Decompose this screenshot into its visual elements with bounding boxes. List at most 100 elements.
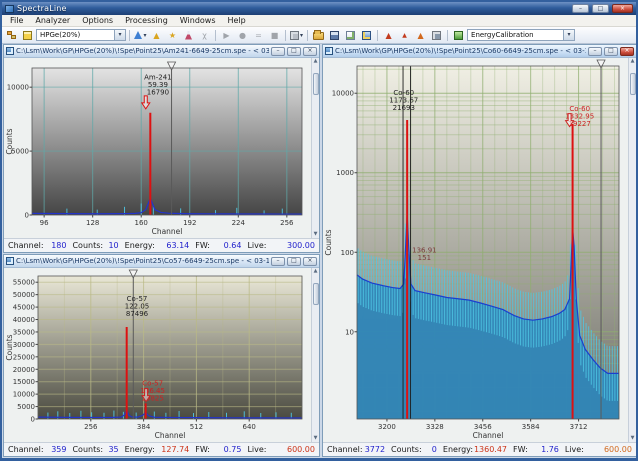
toolbar-separator xyxy=(307,30,308,41)
status-counts-value: 0 xyxy=(432,445,437,454)
background-subtract-icon[interactable] xyxy=(429,28,444,42)
svg-text:55000: 55000 xyxy=(13,279,35,287)
chi-square-icon[interactable]: χ xyxy=(197,28,212,42)
status-energy-label: Energy: xyxy=(443,445,473,454)
co57-vertical-scrollbar[interactable]: ▲ ▼ xyxy=(311,268,319,442)
svg-text:10000: 10000 xyxy=(7,84,29,92)
calibration-icon[interactable]: ▾ xyxy=(133,28,148,42)
scroll-down-icon[interactable]: ▼ xyxy=(314,231,318,238)
am241-close-button[interactable]: × xyxy=(303,47,317,56)
co60-minimize-button[interactable]: – xyxy=(588,47,602,56)
toolbar-separator xyxy=(129,30,130,41)
scroll-up-icon[interactable]: ▲ xyxy=(314,268,318,275)
svg-text:15000: 15000 xyxy=(13,378,35,386)
co57-titlebar[interactable]: C:\Lsm\Work\GP\HPGe(20%)\!Spe\Point25\Co… xyxy=(4,255,319,268)
toolbar-separator xyxy=(285,30,286,41)
menu-windows[interactable]: Windows xyxy=(174,15,222,27)
image-icon xyxy=(362,31,371,40)
mca-grid-icon[interactable]: ▾ xyxy=(289,28,304,42)
maximize-button[interactable]: □ xyxy=(592,4,609,13)
co60-plot-area: Co-601173.6721693Co-601332.9519227136.91… xyxy=(323,58,636,442)
co57-spectrum-plot[interactable]: Co-57122.0587496Co-57136.451082525638451… xyxy=(4,268,311,442)
co57-title: C:\Lsm\Work\GP\HPGe(20%)\!Spe\Point25\Co… xyxy=(16,257,269,265)
svg-text:Channel: Channel xyxy=(155,431,186,440)
scroll-up-icon[interactable]: ▲ xyxy=(631,58,635,65)
save-spectrum-icon[interactable] xyxy=(327,28,342,42)
am241-spectrum-plot[interactable]: Am-24159.391679096128160192224256Channel… xyxy=(4,58,311,238)
scrollbar-thumb[interactable] xyxy=(313,73,319,95)
scroll-down-icon[interactable]: ▼ xyxy=(631,435,635,442)
svg-text:0: 0 xyxy=(25,212,29,220)
am241-titlebar[interactable]: C:\Lsm\Work\GP\HPGe(20%)\!Spe\Point25\Am… xyxy=(4,45,319,58)
mdi-workspace: C:\Lsm\Work\GP\HPGe(20%)\!Spe\Point25\Am… xyxy=(2,44,636,458)
peak-roi-icon[interactable]: ▲ xyxy=(413,28,428,42)
svg-text:160: 160 xyxy=(135,219,148,227)
svg-text:10: 10 xyxy=(345,328,354,336)
scrollbar-thumb[interactable] xyxy=(630,73,636,95)
menu-analyzer[interactable]: Analyzer xyxy=(29,15,76,27)
status-live-value: 600.00 xyxy=(287,445,315,454)
svg-text:Counts: Counts xyxy=(324,229,333,255)
chevron-down-icon[interactable]: ▾ xyxy=(114,30,125,40)
export-image-icon[interactable] xyxy=(359,28,374,42)
report-icon[interactable] xyxy=(343,28,358,42)
peak-multi-icon[interactable]: ▲ xyxy=(397,28,412,42)
spectra-table-icon[interactable] xyxy=(20,28,35,42)
co57-close-button[interactable]: × xyxy=(303,257,317,266)
calibration-file-icon[interactable] xyxy=(451,28,466,42)
app-logo-icon xyxy=(5,5,14,13)
folder-icon xyxy=(313,32,324,40)
co60-close-button[interactable]: × xyxy=(620,47,634,56)
am241-minimize-button[interactable]: – xyxy=(271,47,285,56)
peak-area-icon[interactable]: ▲ xyxy=(381,28,396,42)
minimize-button[interactable]: – xyxy=(572,4,589,13)
calibration-select[interactable]: EnergyCalibration ▾ xyxy=(467,29,575,41)
menu-bar: File Analyzer Options Processing Windows… xyxy=(2,15,636,27)
co60-titlebar[interactable]: C:\Lsm\Work\GP\HPGe(20%)\!Spe\Point25\Co… xyxy=(323,45,636,58)
status-live-value: 300.00 xyxy=(287,241,315,250)
co60-maximize-button[interactable]: □ xyxy=(604,47,618,56)
spectrum-file-icon xyxy=(6,47,14,55)
close-button[interactable]: × xyxy=(612,4,633,13)
am241-vertical-scrollbar[interactable]: ▲ ▼ xyxy=(311,58,319,238)
status-channel-value: 3772 xyxy=(365,445,385,454)
svg-text:256: 256 xyxy=(84,423,98,431)
svg-text:40000: 40000 xyxy=(13,316,35,324)
main-titlebar[interactable]: SpectraLine – □ × xyxy=(2,2,636,15)
chevron-down-icon[interactable]: ▾ xyxy=(563,30,574,40)
co57-plot-area: Co-57122.0587496Co-57136.451082525638451… xyxy=(4,268,319,442)
acquire-stop-icon[interactable]: ■ xyxy=(267,28,282,42)
detector-connect-icon[interactable] xyxy=(4,28,19,42)
acquire-start-icon[interactable]: ▶ xyxy=(219,28,234,42)
nuclide-flask-icon[interactable] xyxy=(181,28,196,42)
app-title: SpectraLine xyxy=(17,4,569,13)
menu-help[interactable]: Help xyxy=(222,15,252,27)
scroll-up-icon[interactable]: ▲ xyxy=(314,58,318,65)
status-live-label: Live: xyxy=(247,445,266,454)
scroll-down-icon[interactable]: ▼ xyxy=(314,435,318,442)
chevron-down-icon: ▾ xyxy=(143,32,146,39)
menu-processing[interactable]: Processing xyxy=(119,15,174,27)
peak-fit-star-icon[interactable]: ★ xyxy=(165,28,180,42)
acquire-record-icon[interactable]: ● xyxy=(235,28,250,42)
co60-vertical-scrollbar[interactable]: ▲ ▼ xyxy=(628,58,636,442)
co57-maximize-button[interactable]: □ xyxy=(287,257,301,266)
menu-file[interactable]: File xyxy=(4,15,29,27)
status-fw-label: FW: xyxy=(195,241,210,250)
co57-statusbar: Channel:359 Counts:35 Energy:127.74 FW:0… xyxy=(4,442,319,456)
svg-text:3328: 3328 xyxy=(426,423,444,431)
menu-options[interactable]: Options xyxy=(76,15,119,27)
am241-maximize-button[interactable]: □ xyxy=(287,47,301,56)
svg-text:256: 256 xyxy=(280,219,294,227)
peak-search-icon[interactable]: ▲ xyxy=(149,28,164,42)
acquire-pause-icon[interactable]: = xyxy=(251,28,266,42)
spectrum-file-icon xyxy=(325,47,333,55)
detector-select[interactable]: HPGe(20%) ▾ xyxy=(36,29,126,41)
status-energy-value: 127.74 xyxy=(161,445,189,454)
status-channel-label: Channel: xyxy=(8,241,44,250)
scrollbar-thumb[interactable] xyxy=(313,283,319,305)
co57-minimize-button[interactable]: – xyxy=(271,257,285,266)
co60-spectrum-plot[interactable]: Co-601173.6721693Co-601332.9519227136.91… xyxy=(323,58,628,442)
open-spectrum-icon[interactable] xyxy=(311,28,326,42)
status-channel-value: 180 xyxy=(51,241,66,250)
